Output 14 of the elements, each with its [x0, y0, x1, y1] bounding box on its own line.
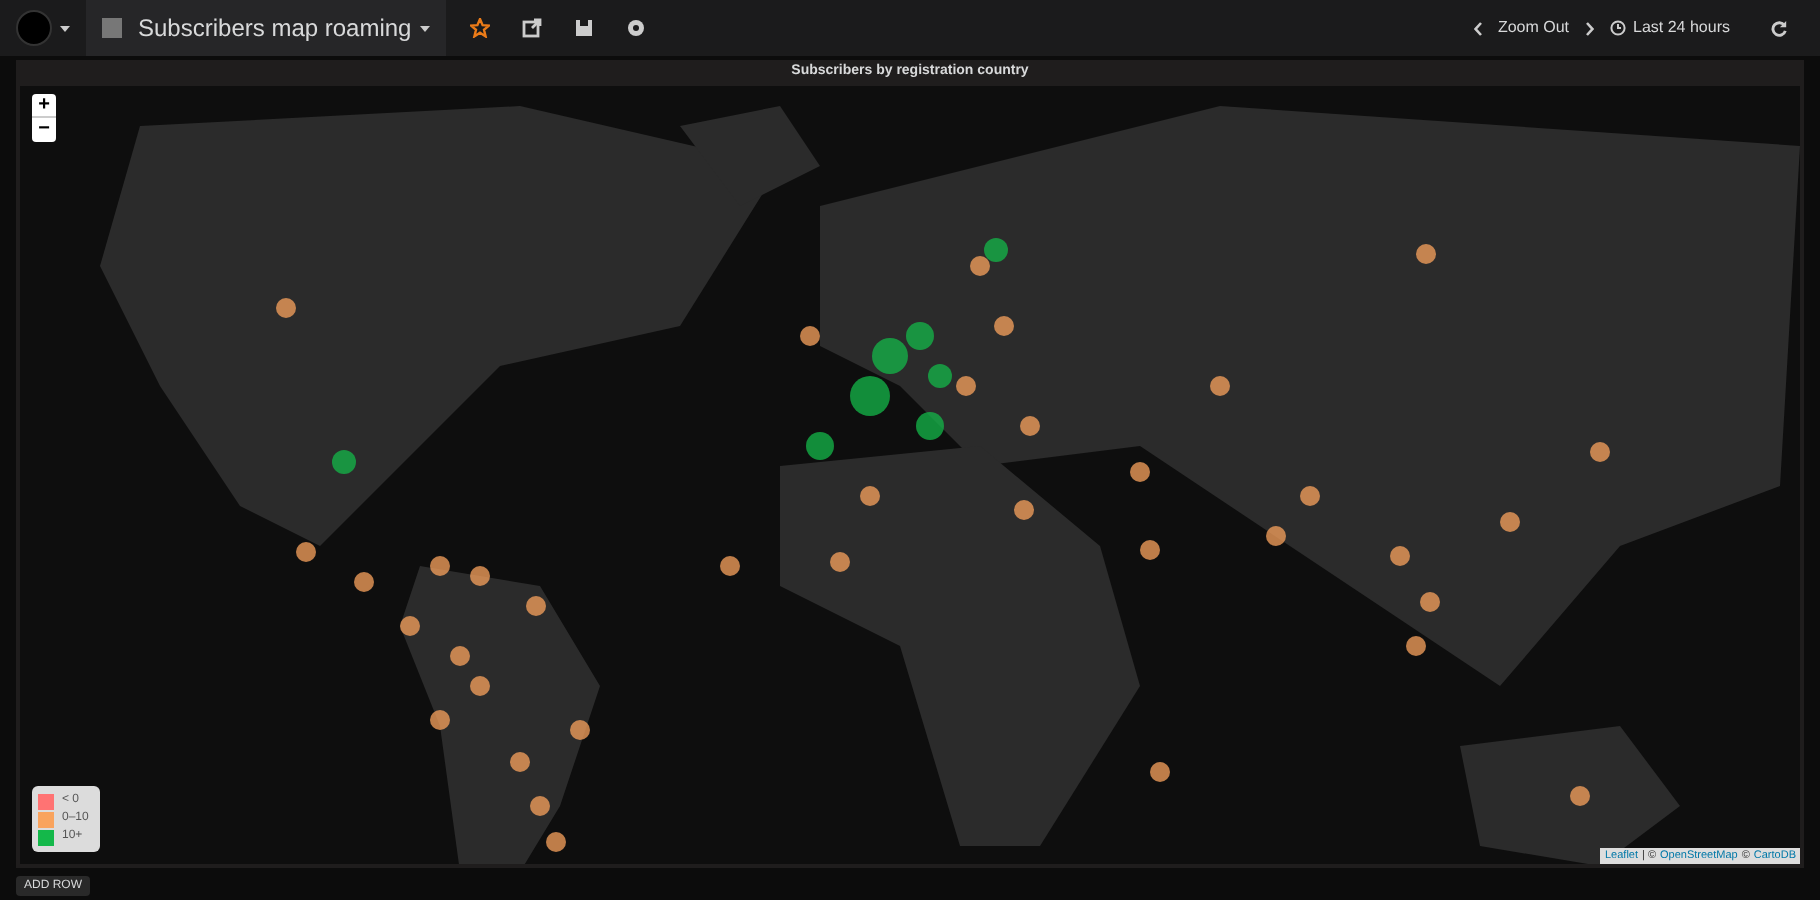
clock-icon	[1609, 20, 1626, 36]
chevron-right-icon[interactable]	[1585, 21, 1594, 35]
share-icon[interactable]	[521, 18, 542, 38]
chevron-left-icon[interactable]	[1473, 21, 1482, 35]
settings-icon[interactable]	[625, 18, 646, 38]
save-icon[interactable]	[573, 18, 594, 38]
refresh-icon[interactable]	[1770, 19, 1788, 37]
zoom-out-button[interactable]: −	[32, 118, 56, 142]
zoom-in-button[interactable]: +	[32, 94, 56, 118]
caret-icon[interactable]	[60, 25, 70, 31]
star-icon[interactable]	[469, 18, 490, 38]
zoom-out-button[interactable]: Zoom Out	[1497, 16, 1570, 40]
time-range-picker[interactable]: Last 24 hours	[1633, 16, 1730, 40]
caret-icon[interactable]	[419, 25, 430, 31]
